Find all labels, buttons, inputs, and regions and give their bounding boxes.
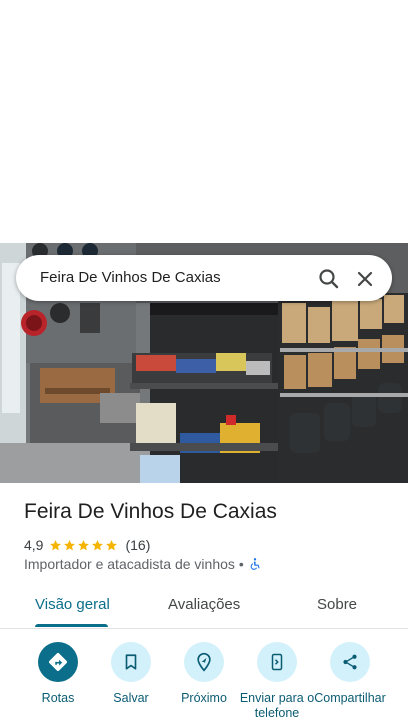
separator: • [238, 556, 244, 572]
search-bar[interactable]: Feira De Vinhos De Caxias [16, 255, 392, 301]
tab-about[interactable]: Sobre [317, 596, 357, 613]
nearby-button[interactable]: Próximo [166, 640, 242, 706]
bookmark-icon[interactable] [111, 642, 151, 682]
tab-reviews[interactable]: Avaliações [168, 596, 240, 613]
place-category: Importador e atacadista de vinhos [24, 556, 235, 572]
star-rating [49, 539, 119, 552]
save-button[interactable]: Salvar [93, 640, 169, 706]
share-label: Compartilhar [314, 691, 386, 705]
star-icon [50, 539, 62, 550]
close-icon[interactable] [353, 267, 377, 291]
directions-icon[interactable] [38, 642, 78, 682]
tab-bar: Visão geral Avaliações Sobre [0, 585, 408, 629]
active-tab-indicator [35, 624, 108, 627]
map-area[interactable] [0, 0, 408, 243]
share-button[interactable]: Compartilhar [312, 640, 388, 706]
place-title: Feira De Vinhos De Caxias [24, 500, 277, 523]
search-icon[interactable] [317, 267, 341, 291]
send-to-phone-label: Enviar para o telefone [239, 691, 315, 720]
star-icon [78, 539, 90, 550]
action-bar: Rotas Salvar Próximo Enviar para o telef… [0, 640, 408, 726]
send-to-phone-button[interactable]: Enviar para o telefone [239, 640, 315, 721]
send-to-phone-icon[interactable] [257, 642, 297, 682]
save-label: Salvar [113, 691, 149, 705]
share-icon[interactable] [330, 642, 370, 682]
star-icon [64, 539, 76, 550]
wheelchair-icon [250, 558, 260, 570]
nearby-label: Próximo [181, 691, 227, 705]
review-count[interactable]: (16) [125, 537, 150, 553]
directions-label: Rotas [41, 691, 75, 705]
nearby-icon[interactable] [184, 642, 224, 682]
search-query[interactable]: Feira De Vinhos De Caxias [40, 269, 221, 286]
star-icon [92, 539, 104, 550]
directions-button[interactable]: Rotas [20, 640, 96, 706]
category-row: Importador e atacadista de vinhos • [24, 556, 262, 572]
star-icon [106, 539, 118, 550]
tab-overview[interactable]: Visão geral [35, 596, 110, 613]
rating-row[interactable]: 4,9 (16) [24, 536, 150, 554]
place-page: Feira De Vinhos De Caxias Feira De Vinho… [0, 0, 408, 726]
rating-value: 4,9 [24, 537, 44, 553]
